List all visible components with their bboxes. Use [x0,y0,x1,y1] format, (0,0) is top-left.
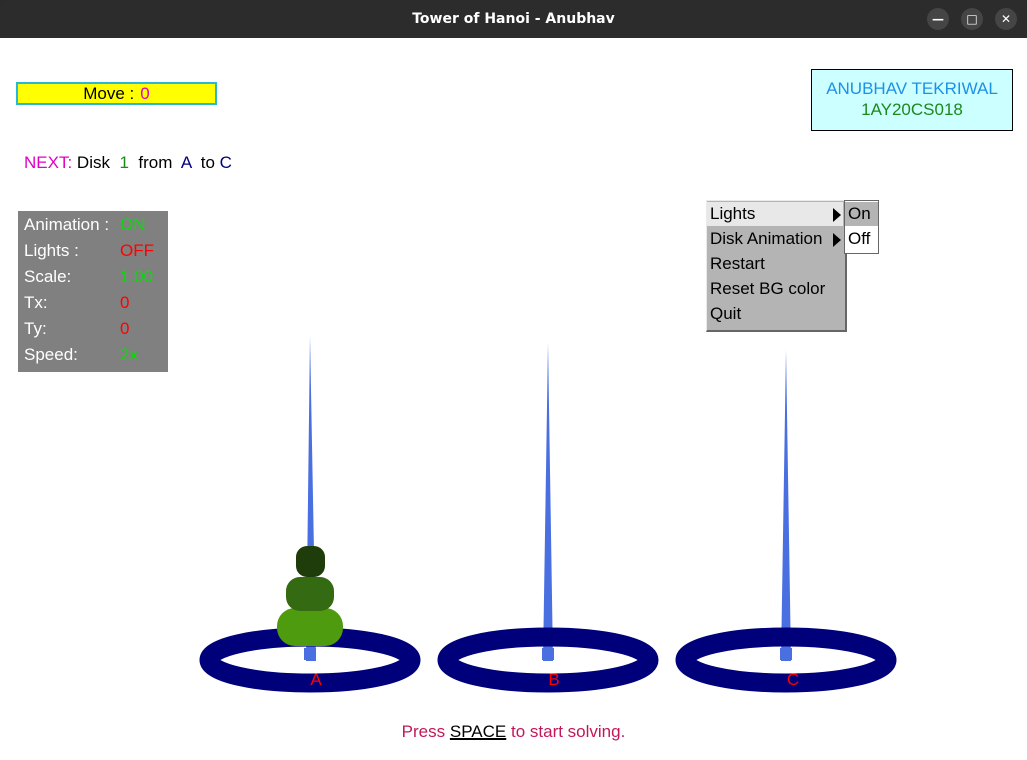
author-box: ANUBHAV TEKRIWAL 1AY20CS018 [811,69,1013,131]
disk-2 [286,577,334,611]
window-title: Tower of Hanoi - Anubhav [412,11,615,27]
stat-value: 2x [120,345,138,364]
next-label: NEXT: [24,153,73,172]
maximize-icon[interactable]: □ [961,8,983,30]
peg-label-c: C [786,670,800,689]
next-from-peg: A [180,153,192,172]
author-name: ANUBHAV TEKRIWAL [826,79,998,98]
stat-row: Lights : OFF [24,241,164,267]
stat-row: Ty: 0 [24,319,164,345]
hint-key: SPACE [449,722,507,741]
menu-item-disk-animation[interactable]: Disk Animation [707,227,843,251]
stat-value: 1.00 [120,267,154,286]
stat-value: 0 [120,319,130,338]
game-canvas[interactable]: Move : 0 ANUBHAV TEKRIWAL 1AY20CS018 NEXT… [0,38,1027,760]
stat-key: Tx: [24,293,48,312]
lights-submenu: On Off [844,200,879,254]
stat-row: Tx: 0 [24,293,164,319]
move-value: 0 [140,84,150,103]
submenu-arrow-icon [833,233,841,247]
next-from-word: from [138,153,173,172]
rod-c [781,350,791,661]
move-label: Move : [83,84,135,103]
next-move-hint: NEXT: Disk 1 from A to C [24,153,232,173]
menu-item-lights[interactable]: Lights [707,202,843,226]
menu-item-reset-bg-color[interactable]: Reset BG color [707,277,843,301]
stat-key: Lights : [24,241,79,260]
rod-b [543,343,553,661]
submenu-item-off[interactable]: Off [845,227,878,251]
next-to-peg: C [219,153,232,172]
stat-key: Ty: [24,319,47,338]
stat-row: Scale: 1.00 [24,267,164,293]
peg-label-a: A [310,670,322,689]
close-icon[interactable]: ✕ [995,8,1017,30]
disk-3 [277,608,343,646]
start-hint: Press SPACE to start solving. [0,722,1027,742]
stat-key: Speed: [24,345,78,364]
disk-1 [296,546,325,577]
next-to-word: to [200,153,215,172]
context-menu: Lights Disk Animation Restart Reset BG c… [706,200,847,332]
stat-value: ON [120,215,146,234]
hint-before: Press [401,722,446,741]
stat-key: Animation : [24,215,110,234]
stat-row: Animation : ON [24,215,164,241]
title-bar: Tower of Hanoi - Anubhav — □ ✕ [0,0,1027,38]
status-panel: Animation : ON Lights : OFF Scale: 1.00 … [18,211,168,372]
hint-after: to start solving. [510,722,626,741]
move-counter: Move : 0 [16,82,217,105]
stat-row: Speed: 2x [24,345,164,371]
author-id: 1AY20CS018 [861,100,963,119]
tower-scene [199,336,897,693]
minimize-icon[interactable]: — [927,8,949,30]
menu-item-quit[interactable]: Quit [707,302,843,326]
stat-key: Scale: [24,267,72,286]
next-disk-number: 1 [119,153,129,172]
submenu-item-on[interactable]: On [845,202,878,226]
submenu-arrow-icon [833,208,841,222]
next-disk-word: Disk [76,153,110,172]
stat-value: OFF [120,241,154,260]
stat-value: 0 [120,293,130,312]
menu-item-restart[interactable]: Restart [707,252,843,276]
peg-label-b: B [548,670,560,689]
